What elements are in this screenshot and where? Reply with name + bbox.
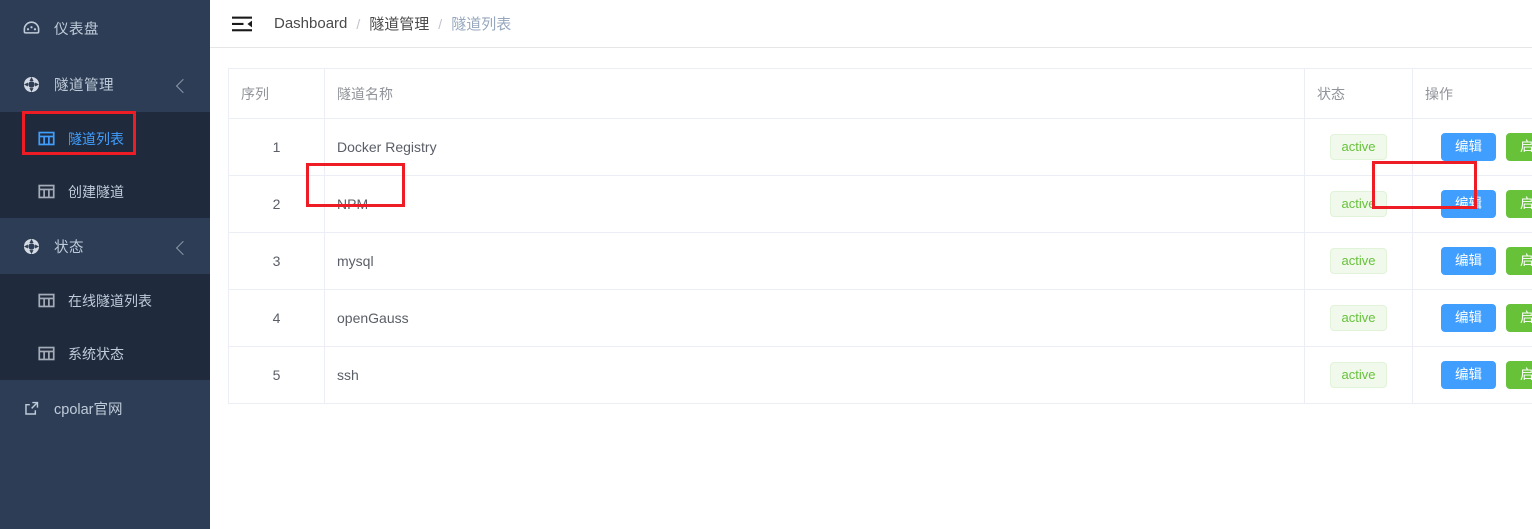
grid-table-icon <box>36 291 56 311</box>
sidebar-item-label: 隧道列表 <box>68 130 124 147</box>
chevron-up-icon <box>175 78 191 94</box>
table-body: 1 Docker Registry active 编辑 启动 <box>228 118 1532 404</box>
sidebar-submenu-status: 在线隧道列表 系统状态 <box>0 274 210 380</box>
sidebar-footer-label: cpolar官网 <box>54 401 123 418</box>
edit-button[interactable]: 编辑 <box>1441 304 1496 332</box>
sidebar-item-dashboard[interactable]: 仪表盘 <box>0 0 210 56</box>
cell-status: active <box>1304 175 1413 233</box>
start-button[interactable]: 启动 <box>1506 247 1532 275</box>
sidebar-item-label: 系统状态 <box>68 345 124 362</box>
breadcrumb-item-tunnel-management[interactable]: 隧道管理 <box>369 13 429 34</box>
breadcrumb: Dashboard / 隧道管理 / 隧道列表 <box>274 13 511 34</box>
cell-ops: 编辑 启动 <box>1412 346 1532 404</box>
cell-name: openGauss <box>324 289 1305 347</box>
grid-table-icon <box>36 182 56 202</box>
sidebar-item-system-status[interactable]: 系统状态 <box>0 327 210 380</box>
cell-index: 3 <box>228 232 325 290</box>
app-root: 仪表盘 隧道管理 隧道列表 创建隧道 状态 在线隧道列表 系统状态 cpolar… <box>0 0 1532 529</box>
start-button[interactable]: 启动 <box>1506 361 1532 389</box>
status-badge: active <box>1329 305 1388 331</box>
edit-button[interactable]: 编辑 <box>1441 361 1496 389</box>
sidebar-group-status[interactable]: 状态 <box>0 218 210 274</box>
start-button[interactable]: 启动 <box>1506 304 1532 332</box>
breadcrumb-item-tunnel-list: 隧道列表 <box>451 16 512 33</box>
start-button[interactable]: 启动 <box>1506 133 1532 161</box>
cell-index: 1 <box>228 118 325 176</box>
column-header-ops-label: 操作 <box>1425 85 1453 102</box>
cell-ops: 编辑 启动 <box>1412 232 1532 290</box>
cell-status: active <box>1304 289 1413 347</box>
cell-name: ssh <box>324 346 1305 404</box>
table-row: 4 openGauss active 编辑 启动 <box>228 289 1532 347</box>
column-header-status: 状态 <box>1304 68 1413 119</box>
cell-index: 2 <box>228 175 325 233</box>
sidebar-group-label: 状态 <box>54 239 84 256</box>
main-content: Dashboard / 隧道管理 / 隧道列表 序列 隧道名称 状态 操作 1 … <box>210 0 1532 529</box>
cell-ops: 编辑 启动 <box>1412 175 1532 233</box>
sidebar-item-label: 在线隧道列表 <box>68 292 152 309</box>
cell-ops: 编辑 启动 <box>1412 118 1532 176</box>
sidebar-group-label: 隧道管理 <box>54 77 114 94</box>
tunnel-ring-icon <box>20 235 42 257</box>
tunnel-ring-icon <box>20 73 42 95</box>
table-row: 2 NPM active 编辑 启动 <box>228 175 1532 233</box>
sidebar-item-label: 创建隧道 <box>68 183 124 200</box>
table-row: 3 mysql active 编辑 启动 <box>228 232 1532 290</box>
status-badge: active <box>1329 191 1388 217</box>
status-badge: active <box>1329 134 1388 160</box>
cell-status: active <box>1304 232 1413 290</box>
sidebar-item-create-tunnel[interactable]: 创建隧道 <box>0 165 210 218</box>
grid-table-icon <box>36 344 56 364</box>
menu-fold-icon[interactable] <box>232 16 252 32</box>
column-header-index: 序列 <box>228 68 325 119</box>
breadcrumb-item-dashboard[interactable]: Dashboard <box>274 15 347 32</box>
cell-index: 5 <box>228 346 325 404</box>
sidebar: 仪表盘 隧道管理 隧道列表 创建隧道 状态 在线隧道列表 系统状态 cpolar… <box>0 0 210 529</box>
sidebar-item-tunnel-list[interactable]: 隧道列表 <box>0 112 210 165</box>
column-header-ops: 操作 <box>1412 68 1532 119</box>
external-link-icon <box>20 397 42 419</box>
cell-name: Docker Registry <box>324 118 1305 176</box>
status-badge: active <box>1329 248 1388 274</box>
chevron-up-icon <box>175 240 191 256</box>
sidebar-submenu-tunnel-management: 隧道列表 创建隧道 <box>0 112 210 218</box>
sidebar-item-online-tunnel-list[interactable]: 在线隧道列表 <box>0 274 210 327</box>
cell-name: NPM <box>324 175 1305 233</box>
table-header-row: 序列 隧道名称 状态 操作 <box>228 68 1532 119</box>
tunnel-table: 序列 隧道名称 状态 操作 1 Docker Registry active 编… <box>228 68 1532 404</box>
breadcrumb-separator: / <box>438 15 443 32</box>
topbar: Dashboard / 隧道管理 / 隧道列表 <box>210 0 1532 48</box>
edit-button[interactable]: 编辑 <box>1441 133 1496 161</box>
sidebar-item-cpolar-website[interactable]: cpolar官网 <box>0 380 210 436</box>
status-badge: active <box>1329 362 1388 388</box>
column-header-name: 隧道名称 <box>324 68 1305 119</box>
cell-status: active <box>1304 346 1413 404</box>
sidebar-filler <box>0 436 210 529</box>
table-container: 序列 隧道名称 状态 操作 1 Docker Registry active 编… <box>210 48 1532 404</box>
edit-button[interactable]: 编辑 <box>1441 190 1496 218</box>
cell-status: active <box>1304 118 1413 176</box>
table-row: 1 Docker Registry active 编辑 启动 <box>228 118 1532 176</box>
breadcrumb-separator: / <box>356 15 361 32</box>
dashboard-gauge-icon <box>20 17 42 39</box>
start-button[interactable]: 启动 <box>1506 190 1532 218</box>
cell-ops: 编辑 启动 <box>1412 289 1532 347</box>
sidebar-group-tunnel-management[interactable]: 隧道管理 <box>0 56 210 112</box>
sidebar-item-label: 仪表盘 <box>54 21 99 38</box>
cell-name: mysql <box>324 232 1305 290</box>
grid-table-icon <box>36 129 56 149</box>
edit-button[interactable]: 编辑 <box>1441 247 1496 275</box>
cell-index: 4 <box>228 289 325 347</box>
table-head: 序列 隧道名称 状态 操作 <box>228 68 1532 119</box>
table-row: 5 ssh active 编辑 启动 <box>228 346 1532 404</box>
